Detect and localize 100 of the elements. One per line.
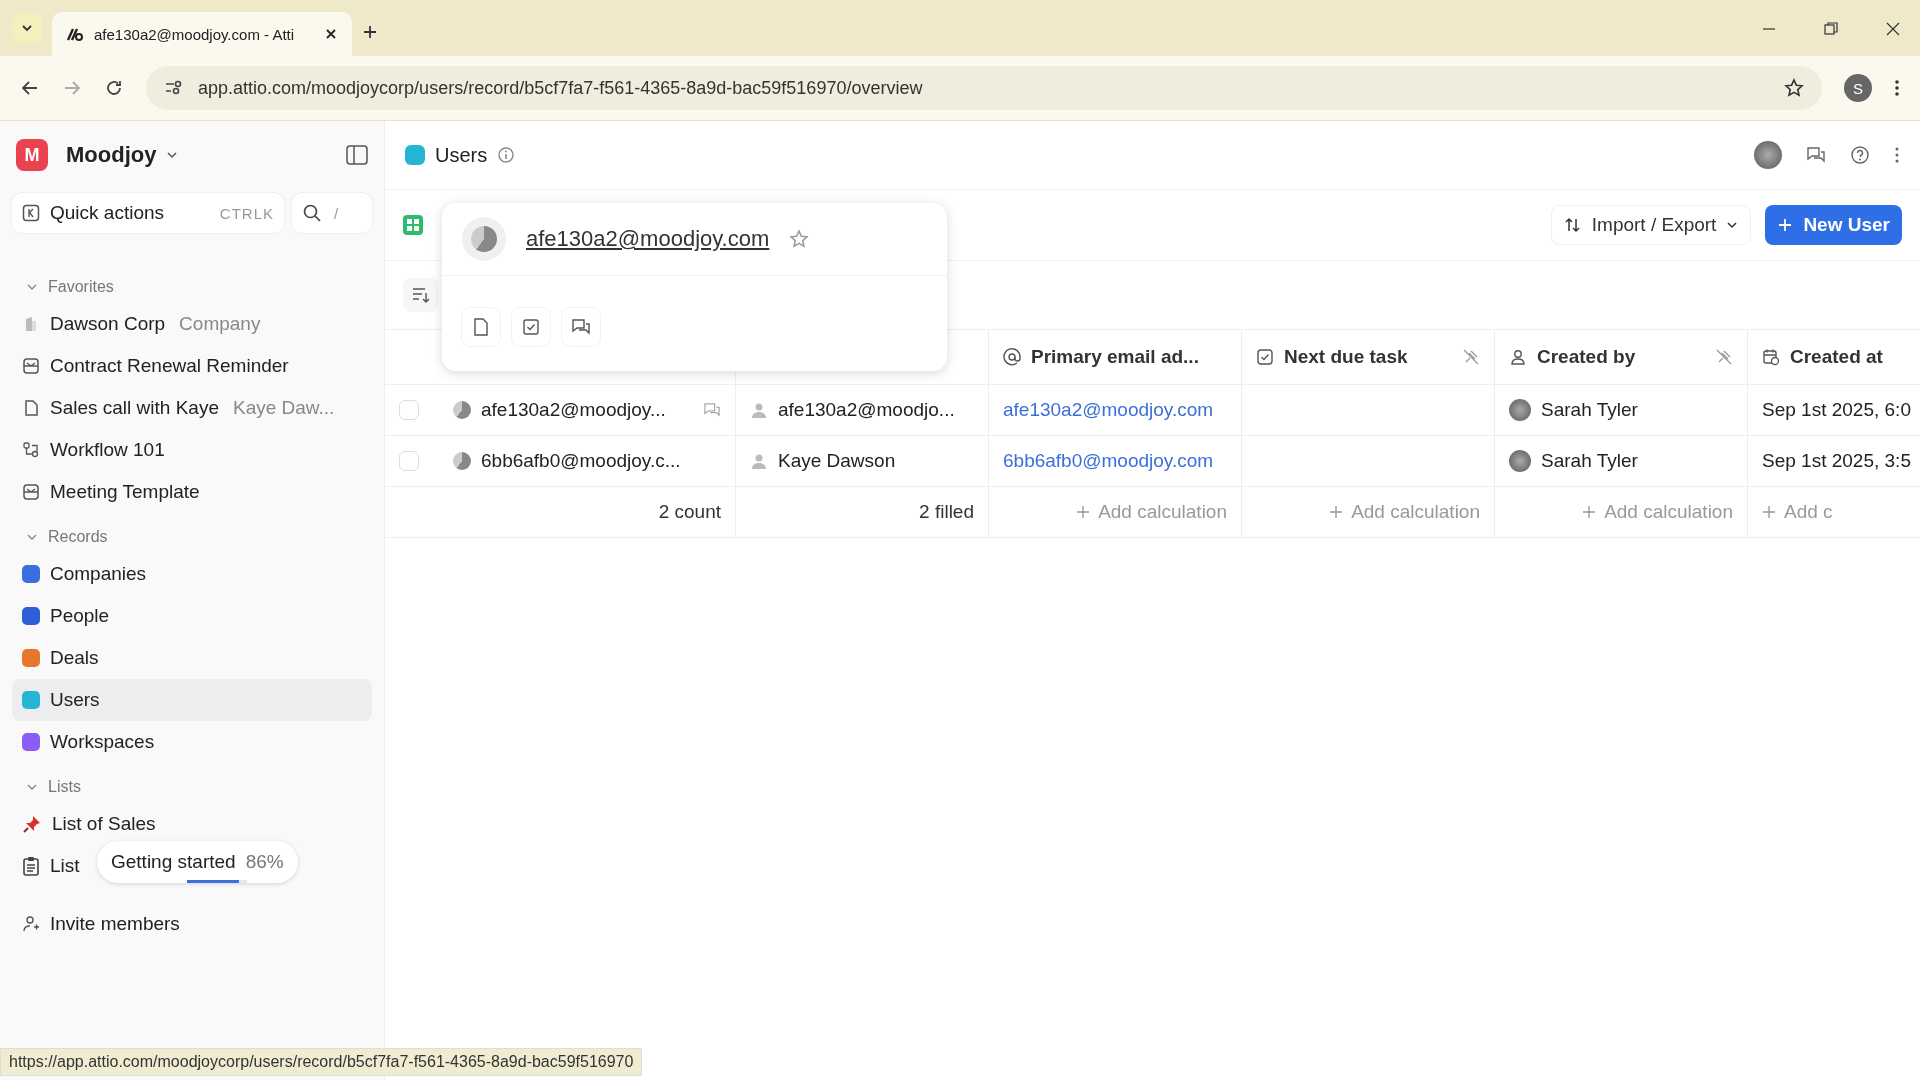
- sidebar-item[interactable]: List: [12, 845, 90, 887]
- user-link[interactable]: afe130a2@moodjo...: [778, 399, 955, 421]
- link-preview-status: https://app.attio.com/moodjoycorp/users/record/b5cf7fa7-f561-4365-8a9d-bac59f516970: [0, 1048, 643, 1076]
- browser-tab[interactable]: afe130a2@moodjoy.com - Atti: [52, 12, 352, 56]
- tab-list-button[interactable]: [12, 13, 42, 43]
- close-icon[interactable]: [1886, 22, 1900, 36]
- new-user-button[interactable]: New User: [1765, 205, 1902, 245]
- record-avatar: [462, 217, 506, 261]
- workspace-name[interactable]: Moodjoy: [66, 142, 157, 168]
- new-tab-icon[interactable]: [362, 24, 378, 40]
- progress-percent: 86%: [245, 851, 284, 873]
- task-button[interactable]: [512, 308, 550, 346]
- plus-icon: [1582, 505, 1597, 519]
- more-icon[interactable]: [1894, 146, 1900, 164]
- comment-button[interactable]: [562, 308, 600, 346]
- info-icon[interactable]: [497, 146, 516, 164]
- user-link[interactable]: Kaye Dawson: [778, 450, 896, 472]
- avatar[interactable]: [1754, 141, 1782, 169]
- document-icon: [473, 318, 489, 336]
- plus-icon: [1777, 217, 1794, 233]
- person-icon: [750, 401, 768, 419]
- sidebar-item[interactable]: Contract Renewal Reminder: [12, 345, 372, 387]
- tab-title: afe130a2@moodjoy.com - Atti: [94, 25, 296, 43]
- logo-icon: [66, 26, 84, 42]
- column-header[interactable]: Created by: [1495, 330, 1748, 384]
- calendar-clock-icon: [1762, 348, 1780, 366]
- profile-avatar[interactable]: S: [1844, 74, 1872, 102]
- record-name[interactable]: 6bb6afb0@moodjoy.c...: [481, 450, 681, 472]
- section-header[interactable]: Favorites: [12, 271, 372, 303]
- summary-value[interactable]: 2 filled: [919, 501, 974, 523]
- grid-view-icon[interactable]: [403, 215, 423, 235]
- workflow-icon: [22, 441, 40, 459]
- sidebar-item[interactable]: Workflow 101: [12, 429, 372, 471]
- getting-started-label: Getting started: [111, 851, 236, 873]
- reload-icon[interactable]: [104, 78, 124, 98]
- import-export-button[interactable]: Import / Export: [1550, 205, 1752, 245]
- plus-icon: [1076, 505, 1091, 519]
- shortcut-hint: /: [334, 204, 340, 222]
- checkbox-icon: [522, 318, 540, 336]
- plus-icon: [1762, 505, 1776, 519]
- invite-members-button[interactable]: Invite members: [12, 903, 372, 945]
- chevron-down-icon[interactable]: [166, 149, 179, 161]
- person-icon: [750, 452, 768, 470]
- sidebar-item[interactable]: Meeting Template: [12, 471, 372, 513]
- unpin-icon[interactable]: [1715, 348, 1733, 366]
- document-icon: [22, 399, 40, 417]
- record-title-link[interactable]: afe130a2@moodjoy.com: [526, 226, 770, 252]
- sidebar-item[interactable]: Companies: [12, 553, 372, 595]
- sort-icon: [411, 286, 431, 304]
- getting-started-toast[interactable]: Getting started 86%: [97, 841, 298, 883]
- column-header[interactable]: Created at: [1748, 330, 1920, 384]
- section-header[interactable]: Lists: [12, 771, 372, 803]
- email-link[interactable]: afe130a2@moodjoy.com: [1003, 399, 1214, 421]
- note-button[interactable]: [462, 308, 500, 346]
- chat-icon[interactable]: [1806, 145, 1826, 165]
- close-icon[interactable]: [324, 27, 338, 41]
- row-checkbox[interactable]: [399, 451, 419, 471]
- record-name[interactable]: afe130a2@moodjoy...: [481, 399, 666, 421]
- checkbox-icon: [1256, 348, 1274, 366]
- quick-actions-button[interactable]: Quick actions CTRLK: [12, 193, 284, 233]
- sidebar-item[interactable]: Users: [12, 679, 372, 721]
- summary-value[interactable]: 2 count: [658, 501, 721, 523]
- sidebar-item[interactable]: Workspaces: [12, 721, 372, 763]
- record-icon: [453, 452, 471, 470]
- sort-button[interactable]: [403, 278, 439, 312]
- comment-icon: [571, 318, 591, 336]
- avatar: [1509, 399, 1531, 421]
- bookmark-star-icon[interactable]: [1784, 78, 1804, 98]
- unpin-icon[interactable]: [1462, 348, 1480, 366]
- more-icon[interactable]: [1894, 78, 1900, 98]
- section-header[interactable]: Records: [12, 521, 372, 553]
- chevron-down-icon: [1726, 219, 1739, 231]
- envelope-icon: [22, 357, 40, 375]
- import-export-icon: [1563, 216, 1582, 234]
- column-header[interactable]: Next due task: [1242, 330, 1495, 384]
- table-cell: Sarah Tyler: [1541, 399, 1638, 421]
- item-type-label: Kaye Daw...: [232, 397, 335, 419]
- address-bar[interactable]: app.attio.com/moodjoycorp/users/record/b5cf7fa7-f561-4365-8a9d-bac59f516970/overview: [146, 66, 1822, 110]
- plus-icon: [1329, 505, 1344, 519]
- search-icon: [302, 203, 322, 223]
- table-cell: Sep 1st 2025, 3:5: [1762, 450, 1911, 472]
- avatar: [1509, 450, 1531, 472]
- item-type-label: Company: [179, 313, 261, 335]
- shortcut-hint: CTRLK: [219, 204, 274, 222]
- sidebar-item[interactable]: Sales call with Kaye Kaye Daw...: [12, 387, 372, 429]
- at-sign-icon: [1003, 348, 1021, 366]
- row-checkbox[interactable]: [399, 400, 419, 420]
- keyboard-key-icon: [22, 204, 40, 222]
- sidebar-toggle-icon[interactable]: [346, 145, 368, 165]
- column-header[interactable]: Primary email ad...: [989, 330, 1242, 384]
- restore-icon[interactable]: [1824, 22, 1838, 36]
- sidebar-item[interactable]: Deals: [12, 637, 372, 679]
- star-icon[interactable]: [789, 229, 810, 249]
- pushpin-icon: [22, 814, 42, 834]
- email-link[interactable]: 6bb6afb0@moodjoy.com: [1003, 450, 1214, 472]
- clipboard-icon: [22, 856, 40, 876]
- sidebar-item[interactable]: Dawson Corp Company: [12, 303, 372, 345]
- sidebar-item[interactable]: People: [12, 595, 372, 637]
- site-settings-icon[interactable]: [164, 79, 184, 97]
- help-icon[interactable]: [1850, 145, 1870, 165]
